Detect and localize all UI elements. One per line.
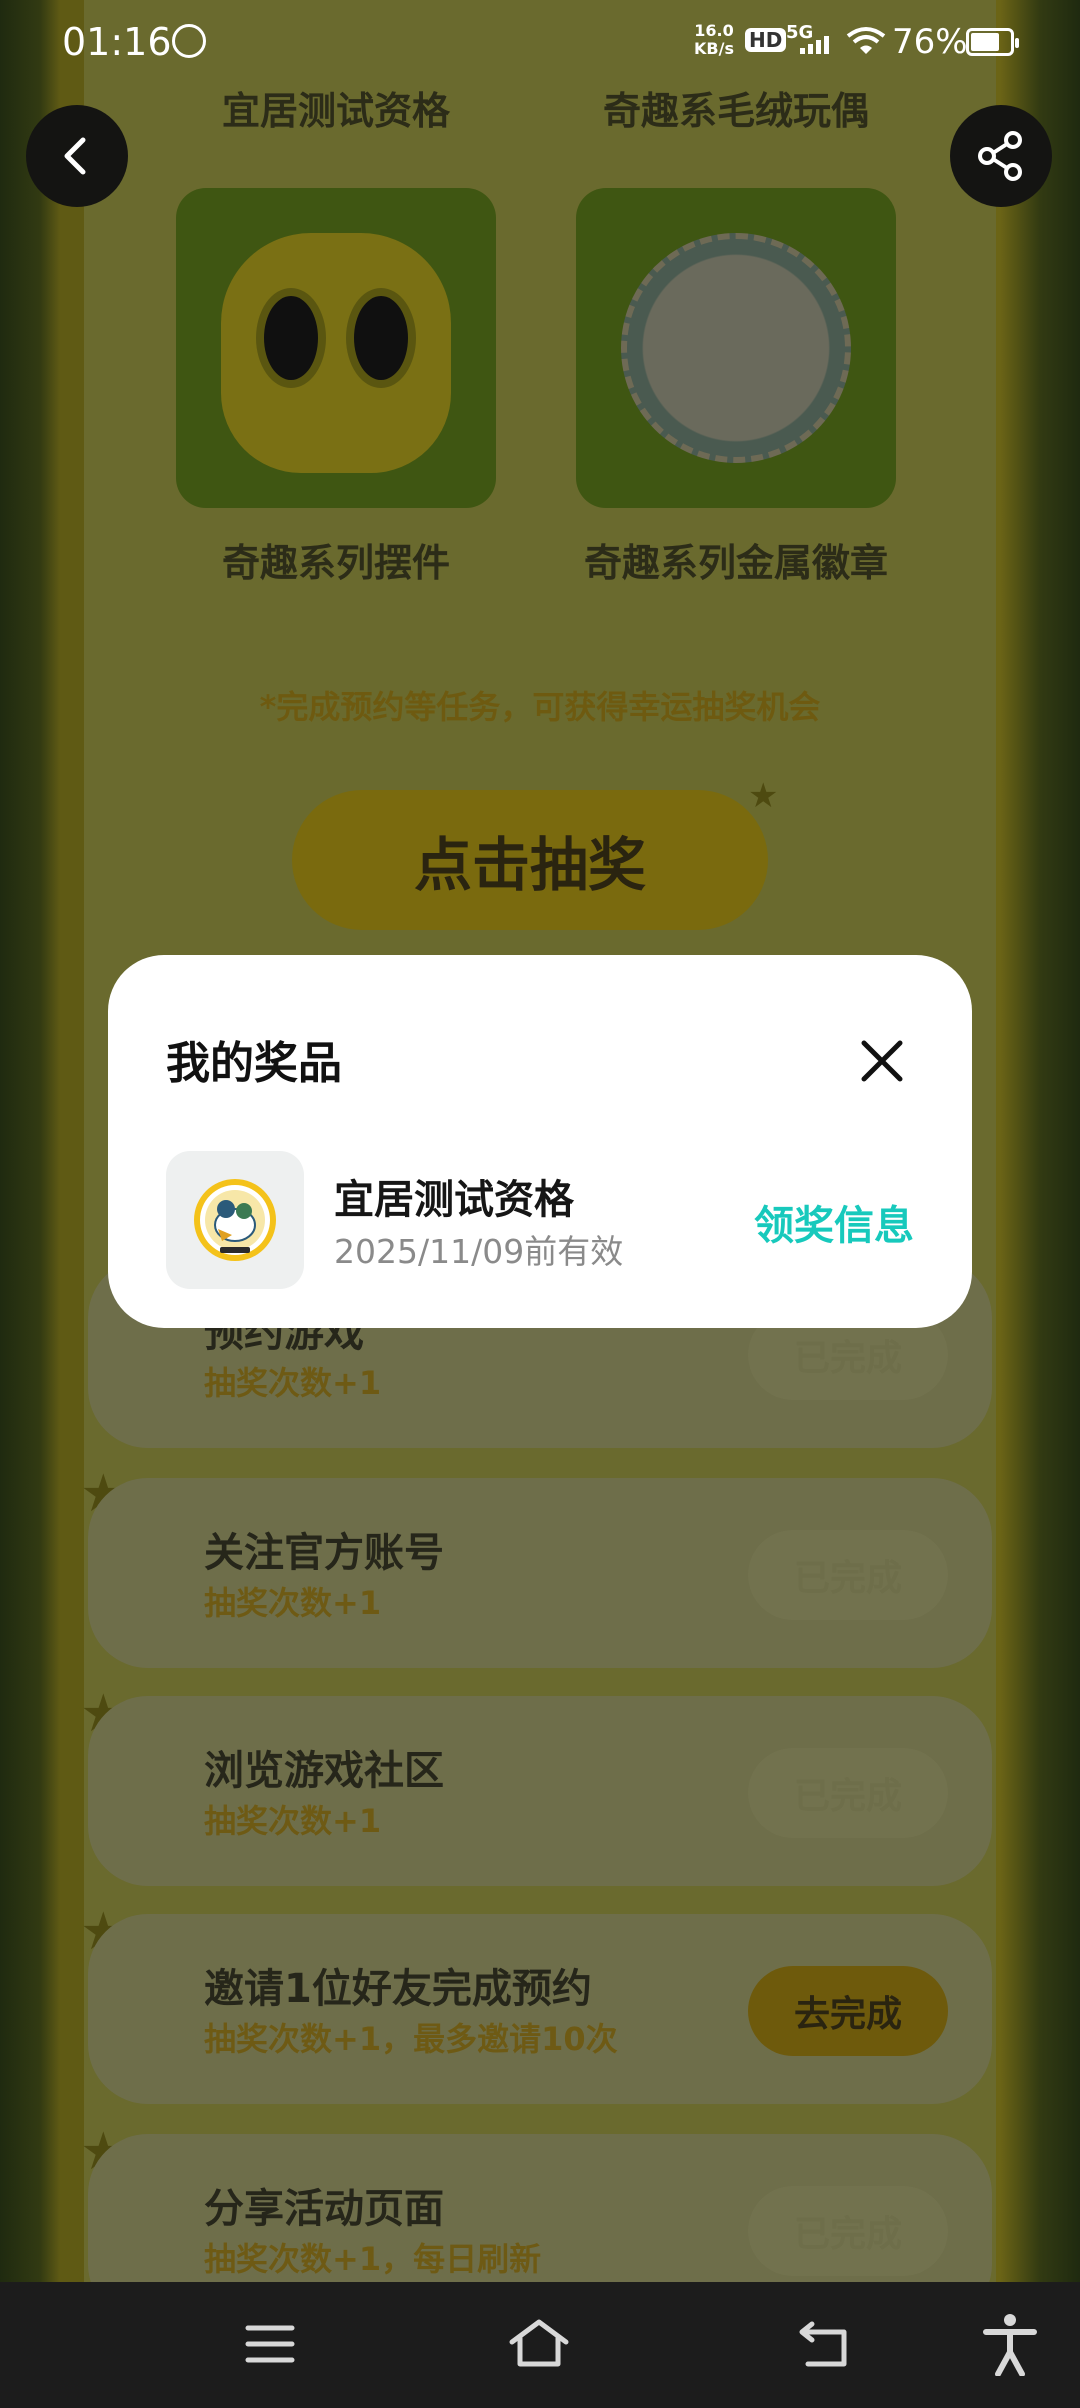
battery-icon bbox=[966, 28, 1019, 56]
signal-icon bbox=[800, 34, 829, 54]
prize-item-validity: 2025/11/09前有效 bbox=[334, 1232, 624, 1271]
task-reward: 抽奖次数+1 bbox=[204, 1584, 382, 1622]
task-button[interactable]: 已完成 bbox=[748, 1748, 948, 1838]
prize-card-figurine[interactable] bbox=[176, 188, 496, 508]
status-bar: 01:16 16.0 KB/s HD 5G 76% bbox=[0, 0, 1080, 86]
claim-info-link[interactable]: 领奖信息 bbox=[754, 1193, 914, 1251]
task-button[interactable]: 已完成 bbox=[748, 1530, 948, 1620]
status-time: 01:16 bbox=[62, 20, 172, 64]
prize-card-badge[interactable] bbox=[576, 188, 896, 508]
task-title: 邀请1位好友完成预约 bbox=[204, 1966, 592, 2012]
share-icon bbox=[978, 131, 1022, 181]
home-icon[interactable] bbox=[508, 2318, 570, 2370]
star-icon: ★ bbox=[748, 776, 779, 816]
task-reward: 抽奖次数+1，每日刷新 bbox=[204, 2240, 542, 2278]
close-button[interactable] bbox=[854, 1033, 910, 1089]
system-nav-bar bbox=[0, 2282, 1080, 2408]
menu-icon[interactable] bbox=[244, 2318, 296, 2370]
battery-percent: 76% bbox=[892, 22, 968, 62]
network-speed-unit: KB/s bbox=[694, 39, 734, 58]
prize-name-2: 奇趣系毛绒玩偶 bbox=[602, 89, 869, 133]
battery-level bbox=[971, 33, 999, 51]
figurine-eye bbox=[256, 288, 326, 388]
task-button[interactable]: 去完成 bbox=[748, 1966, 948, 2056]
draw-button[interactable]: 点击抽奖 bbox=[292, 790, 768, 930]
prize-thumbnail bbox=[166, 1151, 304, 1289]
back-button[interactable] bbox=[26, 105, 128, 207]
task-reward: 抽奖次数+1 bbox=[204, 1364, 382, 1402]
lottery-hint: *完成预约等任务，可获得幸运抽奖机会 bbox=[259, 688, 821, 726]
return-icon[interactable] bbox=[798, 2318, 854, 2370]
network-speed: 16.0 KB/s bbox=[694, 22, 734, 58]
share-button[interactable] bbox=[950, 105, 1052, 207]
task-title: 浏览游戏社区 bbox=[204, 1748, 444, 1794]
task-title: 关注官方账号 bbox=[204, 1530, 444, 1576]
network-speed-value: 16.0 bbox=[694, 21, 734, 40]
my-prizes-dialog: 我的奖品 宜居测试资格 2025/11/09前有效 领奖信息 bbox=[108, 955, 972, 1328]
prize-item-name: 宜居测试资格 bbox=[334, 1177, 574, 1223]
prize-name-4: 奇趣系列金属徽章 bbox=[583, 541, 888, 585]
figurine-eye bbox=[346, 288, 416, 388]
prize-badge-image bbox=[194, 1179, 276, 1261]
prize-name-1: 宜居测试资格 bbox=[221, 89, 450, 133]
close-icon bbox=[861, 1040, 903, 1082]
prize-name-3: 奇趣系列摆件 bbox=[221, 541, 450, 585]
task-button[interactable]: 已完成 bbox=[748, 2186, 948, 2276]
hd-icon: HD bbox=[745, 28, 787, 52]
back-icon bbox=[64, 137, 86, 175]
dialog-title: 我的奖品 bbox=[166, 1038, 342, 1089]
task-card: 关注官方账号 抽奖次数+1 已完成 bbox=[88, 1478, 992, 1668]
accessibility-icon[interactable] bbox=[982, 2312, 1038, 2376]
badge-image bbox=[621, 233, 851, 463]
app-notification-icon bbox=[172, 24, 206, 58]
figurine-image bbox=[221, 233, 451, 473]
task-reward: 抽奖次数+1，最多邀请10次 bbox=[204, 2020, 618, 2058]
task-card: 邀请1位好友完成预约 抽奖次数+1，最多邀请10次 去完成 bbox=[88, 1914, 992, 2104]
task-card: 浏览游戏社区 抽奖次数+1 已完成 bbox=[88, 1696, 992, 1886]
task-title: 分享活动页面 bbox=[204, 2186, 444, 2232]
task-reward: 抽奖次数+1 bbox=[204, 1802, 382, 1840]
wifi-icon bbox=[846, 27, 886, 54]
